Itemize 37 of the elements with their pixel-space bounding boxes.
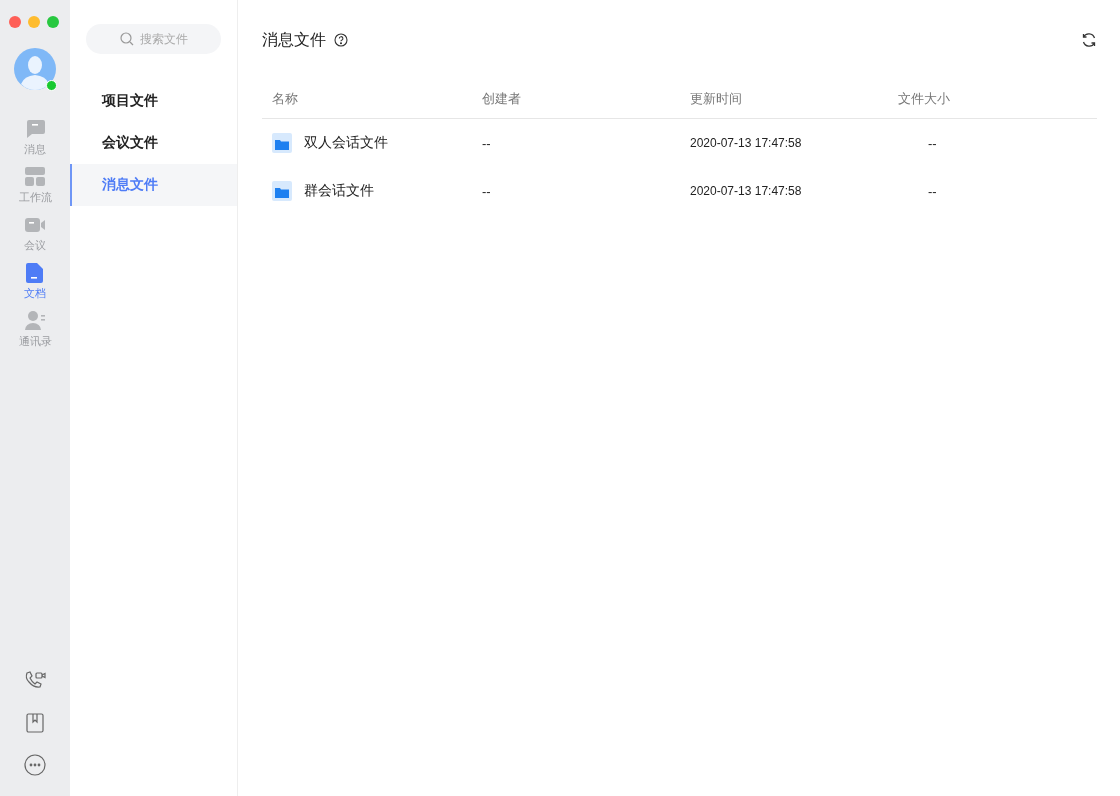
chat-bubble-icon: [24, 118, 46, 140]
help-icon[interactable]: [334, 33, 348, 47]
nav-item[interactable]: 文档: [7, 262, 63, 301]
file-row[interactable]: 群会话文件 -- 2020-07-13 17:47:58 --: [262, 167, 1097, 215]
column-header[interactable]: 创建者: [482, 90, 521, 108]
updated-time-cell: 2020-07-13 17:47:58: [690, 136, 802, 150]
search-field[interactable]: 搜索文件: [86, 24, 221, 54]
file-name: 群会话文件: [304, 182, 374, 200]
nav-item[interactable]: 通讯录: [7, 310, 63, 349]
more-icon[interactable]: [24, 754, 46, 776]
folder-tab[interactable]: 会议文件: [70, 122, 237, 164]
column-header[interactable]: 名称: [272, 90, 298, 108]
page-title: 消息文件: [262, 29, 326, 50]
column-header[interactable]: 文件大小: [898, 90, 950, 108]
grid-icon: [24, 166, 46, 188]
refresh-icon[interactable]: [1081, 32, 1097, 48]
folder-icon: [272, 133, 292, 153]
avatar-icon[interactable]: [14, 48, 56, 90]
nav-item[interactable]: 会议: [7, 214, 63, 253]
folder-tab[interactable]: 项目文件: [70, 80, 237, 122]
folder-tab[interactable]: 消息文件: [70, 164, 237, 206]
creator-cell: --: [482, 183, 491, 199]
contact-icon: [24, 310, 46, 332]
column-header[interactable]: 更新时间: [690, 90, 742, 108]
file-size-cell-text: --: [927, 183, 937, 199]
bookmark-book-icon[interactable]: [25, 713, 45, 733]
nav-item[interactable]: 工作流: [7, 166, 63, 205]
file-size-cell-text: --: [927, 135, 937, 151]
creator-cell: --: [482, 135, 491, 151]
document-icon: [24, 262, 46, 284]
file-row[interactable]: 双人会话文件 -- 2020-07-13 17:47:58 --: [262, 119, 1097, 167]
close-window-button[interactable]: [9, 16, 21, 28]
file-name: 双人会话文件: [304, 134, 388, 152]
updated-time-cell: 2020-07-13 17:47:58: [690, 184, 802, 198]
search-icon: [120, 32, 134, 46]
nav-item[interactable]: 消息: [7, 118, 63, 157]
folder-icon: [272, 181, 292, 201]
